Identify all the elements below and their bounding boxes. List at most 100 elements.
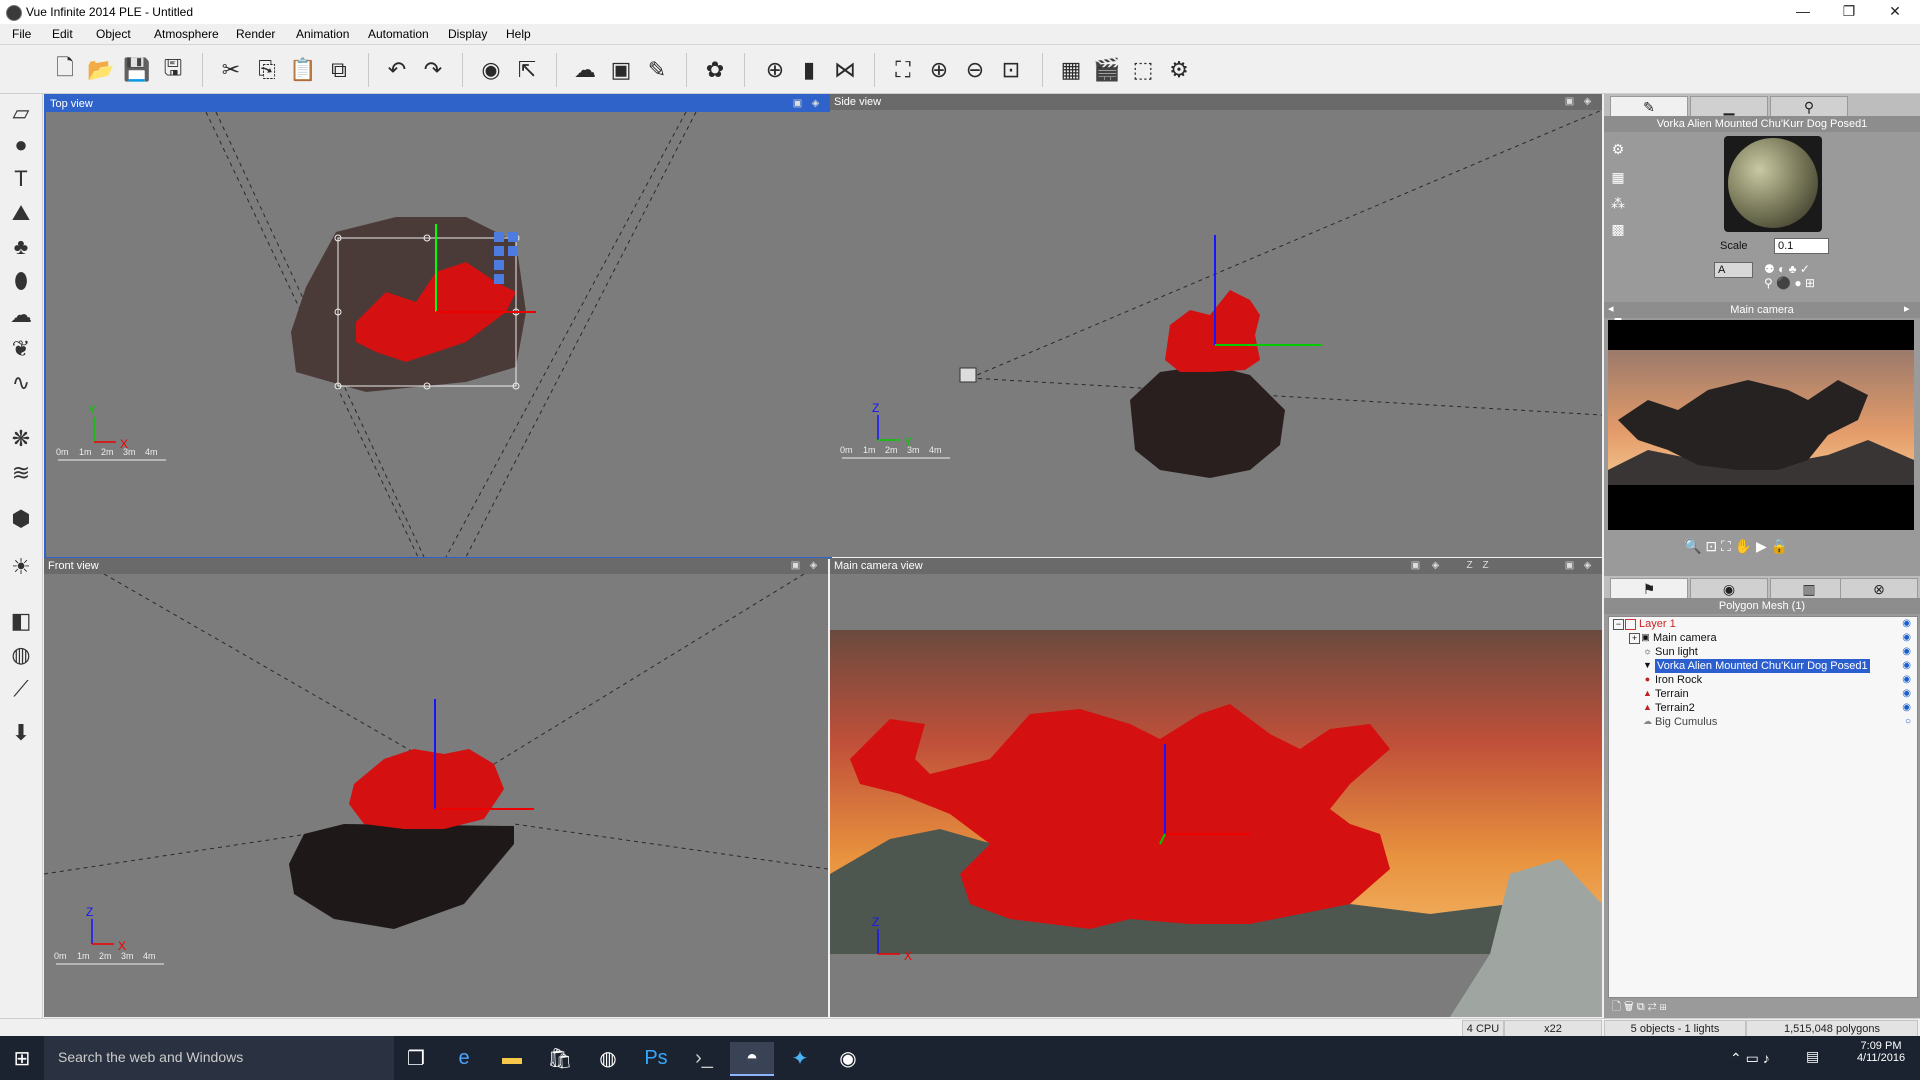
light-icon[interactable]: ☀ [6,552,36,582]
chart-icon[interactable]: ▮ [794,55,824,85]
copy-icon[interactable]: ⎘ [252,55,282,85]
plane-icon[interactable]: ▱ [6,98,36,128]
camera-preview[interactable] [1608,320,1914,530]
menu-file[interactable]: File [12,27,31,41]
text-icon[interactable]: T [6,164,36,194]
tree-item-terrain2[interactable]: ▲ Terrain2 ◉ [1609,701,1915,715]
boolean-icon[interactable]: ◧ [6,606,36,636]
camera-options-icon[interactable]: ▣ [1409,559,1422,572]
tree-item-main-camera[interactable]: + ▣ Main camera ◉ [1609,631,1915,645]
task-view-icon[interactable]: ❐ [394,1042,438,1074]
vue-icon[interactable]: ◓ [730,1042,774,1076]
link-icon[interactable]: ⊕ [760,55,790,85]
terrain-icon[interactable]: ⛰ [6,198,36,228]
store-icon[interactable]: 🛍 [538,1042,582,1074]
camera-viewport[interactable]: Main camera view ▣ ◈ Z Z ▣ ◈ Z X [830,558,1602,1017]
color-icon[interactable]: ✿ [700,55,730,85]
side-viewport[interactable]: Side view ▣ ◈ Z Y 0m 1m 2m 3m 4m [830,94,1602,557]
full-screen-icon[interactable]: ⬚ [1128,55,1158,85]
front-viewport[interactable]: Front view ▣ ◈ Z X 0m 1m 2m 3m 4m [44,558,828,1017]
camera-ctrl-label[interactable]: Z [1479,559,1492,572]
paste-icon[interactable]: 📋 [288,55,318,85]
cut-icon[interactable]: ✂ [216,55,246,85]
visibility-icon[interactable]: ◉ [1902,631,1911,645]
animation-icon[interactable]: 🎬 [1092,55,1122,85]
load-object-icon[interactable]: ⬇ [6,718,36,748]
material-option-icons[interactable]: ⚉ ◐ ♣ ✓ [1764,262,1810,276]
mirror-icon[interactable]: ⋈ [830,55,860,85]
menu-automation[interactable]: Automation [368,27,429,41]
path-icon[interactable]: ∿ [6,368,36,398]
visibility-icon[interactable]: ◉ [1902,701,1911,715]
tab-numerics[interactable]: ▁ [1690,96,1768,117]
clock[interactable]: 7:09 PM 4/11/2016 [1848,1040,1914,1064]
viewport-options-icon[interactable]: ◈ [1581,559,1594,572]
menu-display[interactable]: Display [448,27,487,41]
tree-item-layer[interactable]: − Layer 1 ◉ [1609,617,1915,631]
menu-help[interactable]: Help [506,27,531,41]
top-viewport[interactable]: Top view ▣ ◈ Y X 0m 1m 2m 3m 4m [44,94,832,559]
tab-links[interactable]: ⊗ [1840,578,1918,599]
menu-atmosphere[interactable]: Atmosphere [154,27,219,41]
select-icon[interactable]: ◉ [476,55,506,85]
metablob-icon[interactable]: ◍ [6,640,36,670]
rock-icon[interactable]: ⬮ [6,266,36,296]
tree-item-creature[interactable]: ▼ Vorka Alien Mounted Chu'Kurr Dog Posed… [1609,659,1915,673]
search-box[interactable]: Search the web and Windows [44,1036,394,1080]
menu-object[interactable]: Object [96,27,131,41]
visibility-icon[interactable]: ◉ [1902,645,1911,659]
save-icon[interactable]: 💾 [122,55,152,85]
maximize-viewport-icon[interactable]: ▣ [789,559,802,572]
tree-icon[interactable]: ♣ [6,232,36,262]
start-button[interactable]: ⊞ [0,1042,44,1074]
world-browser-tree[interactable]: − Layer 1 ◉ + ▣ Main camera ◉ ☼ Sun ligh… [1608,616,1918,998]
material-preview[interactable] [1724,136,1822,232]
creature-shape[interactable] [349,749,504,829]
viewport-options-icon[interactable]: ◈ [807,559,820,572]
photoshop-icon[interactable]: Ps [634,1042,678,1074]
visibility-icon[interactable]: ◉ [1902,687,1911,701]
chrome-icon[interactable]: ◍ [586,1042,630,1074]
maximize-viewport-icon[interactable]: ▣ [791,97,804,110]
material-checker-icon[interactable]: ▩ [1609,220,1627,238]
tab-materials[interactable]: ◉ [1690,578,1768,599]
visibility-icon[interactable]: ○ [1905,715,1911,729]
material-edit-icon[interactable]: ⚙ [1609,140,1627,158]
undo-icon[interactable]: ↶ [382,55,412,85]
plant-icon[interactable]: ❦ [6,334,36,364]
tab-aspect[interactable]: ⚲ [1770,96,1848,117]
open-icon[interactable]: 📂 [86,55,116,85]
tree-item-terrain[interactable]: ▲ Terrain ◉ [1609,687,1915,701]
scale-input[interactable]: 0.1 [1774,238,1829,254]
tree-item-sun-light[interactable]: ☼ Sun light ◉ [1609,645,1915,659]
visibility-icon[interactable]: ◉ [1902,673,1911,687]
terminal-icon[interactable]: ›_ [682,1042,726,1074]
bone-icon[interactable]: ⟋ [6,674,36,704]
duplicate-icon[interactable]: ⧉ [324,55,354,85]
camera-settings-icon[interactable]: ◈ [1429,559,1442,572]
menu-render[interactable]: Render [236,27,275,41]
atmosphere-icon[interactable]: ☁ [570,55,600,85]
camera-ctrl-label[interactable]: Z [1463,559,1476,572]
wind-icon[interactable]: ≋ [6,458,36,488]
render-icon[interactable]: ▦ [1056,55,1086,85]
menu-animation[interactable]: Animation [296,27,349,41]
tab-material[interactable]: ✎ [1610,96,1688,117]
select-by-icon[interactable]: ⇱ [512,55,542,85]
rock-shape[interactable] [289,824,514,929]
viewport-options-icon[interactable]: ◈ [1581,95,1594,108]
creature-shape[interactable] [1165,290,1260,372]
visibility-icon[interactable]: ◉ [1902,617,1911,631]
close-button[interactable]: ✕ [1872,0,1918,24]
menu-edit[interactable]: Edit [52,27,73,41]
camera-gizmo[interactable] [959,367,977,383]
redo-icon[interactable]: ↷ [418,55,448,85]
tree-item-iron-rock[interactable]: ● Iron Rock ◉ [1609,673,1915,687]
options-icon[interactable]: ⚙ [1164,55,1194,85]
viewport-options-icon[interactable]: ◈ [809,97,822,110]
sphere-icon[interactable]: ● [6,130,36,160]
material-option-icons-2[interactable]: ⚲ ⚫ ● ⊞ [1764,276,1815,290]
object-editor-icon[interactable]: ✎ [642,55,672,85]
visibility-icon[interactable]: ◉ [1902,659,1911,673]
camera-controls[interactable]: 🔍 ⊡ ⛶ ✋ ▶ 🔒 [1684,538,1788,555]
